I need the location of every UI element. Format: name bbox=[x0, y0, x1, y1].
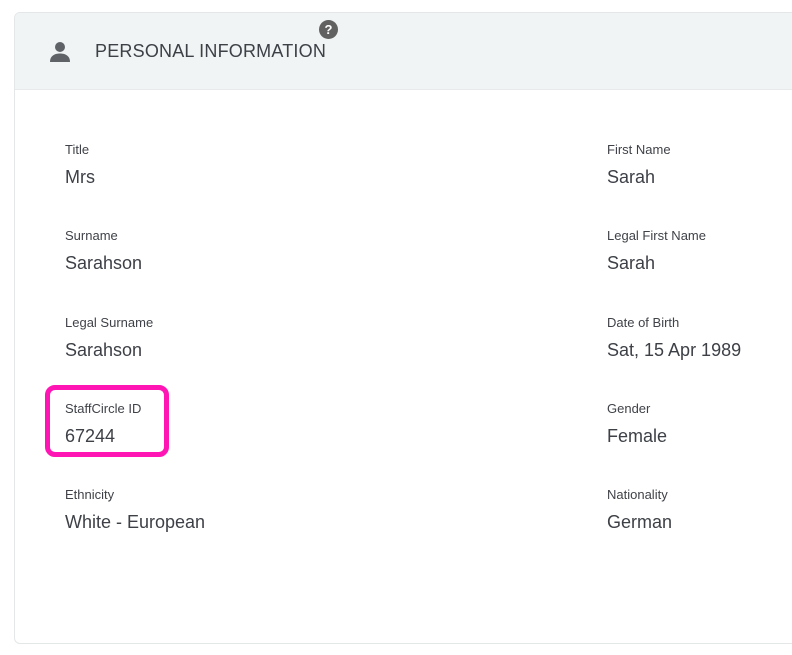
field-date-of-birth: Date of Birth Sat, 15 Apr 1989 bbox=[607, 315, 741, 361]
field-label: Date of Birth bbox=[607, 315, 680, 330]
field-value: White - European bbox=[65, 512, 206, 532]
section-title: PERSONAL INFORMATION bbox=[95, 41, 327, 61]
personal-information-card: PERSONAL INFORMATION ? Title Mrs Surname… bbox=[14, 12, 792, 644]
field-value: Female bbox=[607, 426, 668, 446]
highlight-annotation bbox=[45, 385, 169, 457]
field-value: German bbox=[607, 512, 673, 532]
person-icon bbox=[50, 42, 70, 62]
card-header: PERSONAL INFORMATION ? bbox=[15, 13, 792, 90]
field-value: Sarahson bbox=[65, 340, 143, 360]
field-value: Sarah bbox=[607, 253, 656, 273]
field-label: Gender bbox=[607, 401, 651, 416]
field-surname: Surname Sarahson bbox=[65, 228, 142, 274]
field-value: Sarahson bbox=[65, 253, 143, 273]
field-label: Title bbox=[65, 142, 90, 157]
field-label: Ethnicity bbox=[65, 487, 115, 502]
field-title: Title Mrs bbox=[65, 142, 95, 188]
field-label: First Name bbox=[607, 142, 671, 157]
field-label: Legal First Name bbox=[607, 228, 706, 243]
field-legal-surname: Legal Surname Sarahson bbox=[65, 315, 153, 361]
field-nationality: Nationality German bbox=[607, 487, 672, 533]
field-value: Mrs bbox=[65, 167, 95, 187]
field-label: Nationality bbox=[607, 487, 668, 502]
field-label: Surname bbox=[65, 228, 118, 243]
field-gender: Gender Female bbox=[607, 401, 667, 447]
field-legal-first-name: Legal First Name Sarah bbox=[607, 228, 706, 274]
field-first-name: First Name Sarah bbox=[607, 142, 671, 188]
field-label: Legal Surname bbox=[65, 315, 154, 330]
field-ethnicity: Ethnicity White - European bbox=[65, 487, 205, 533]
field-value: Sarah bbox=[607, 167, 656, 187]
field-value: Sat, 15 Apr 1989 bbox=[607, 340, 742, 360]
help-icon[interactable]: ? bbox=[319, 20, 338, 39]
